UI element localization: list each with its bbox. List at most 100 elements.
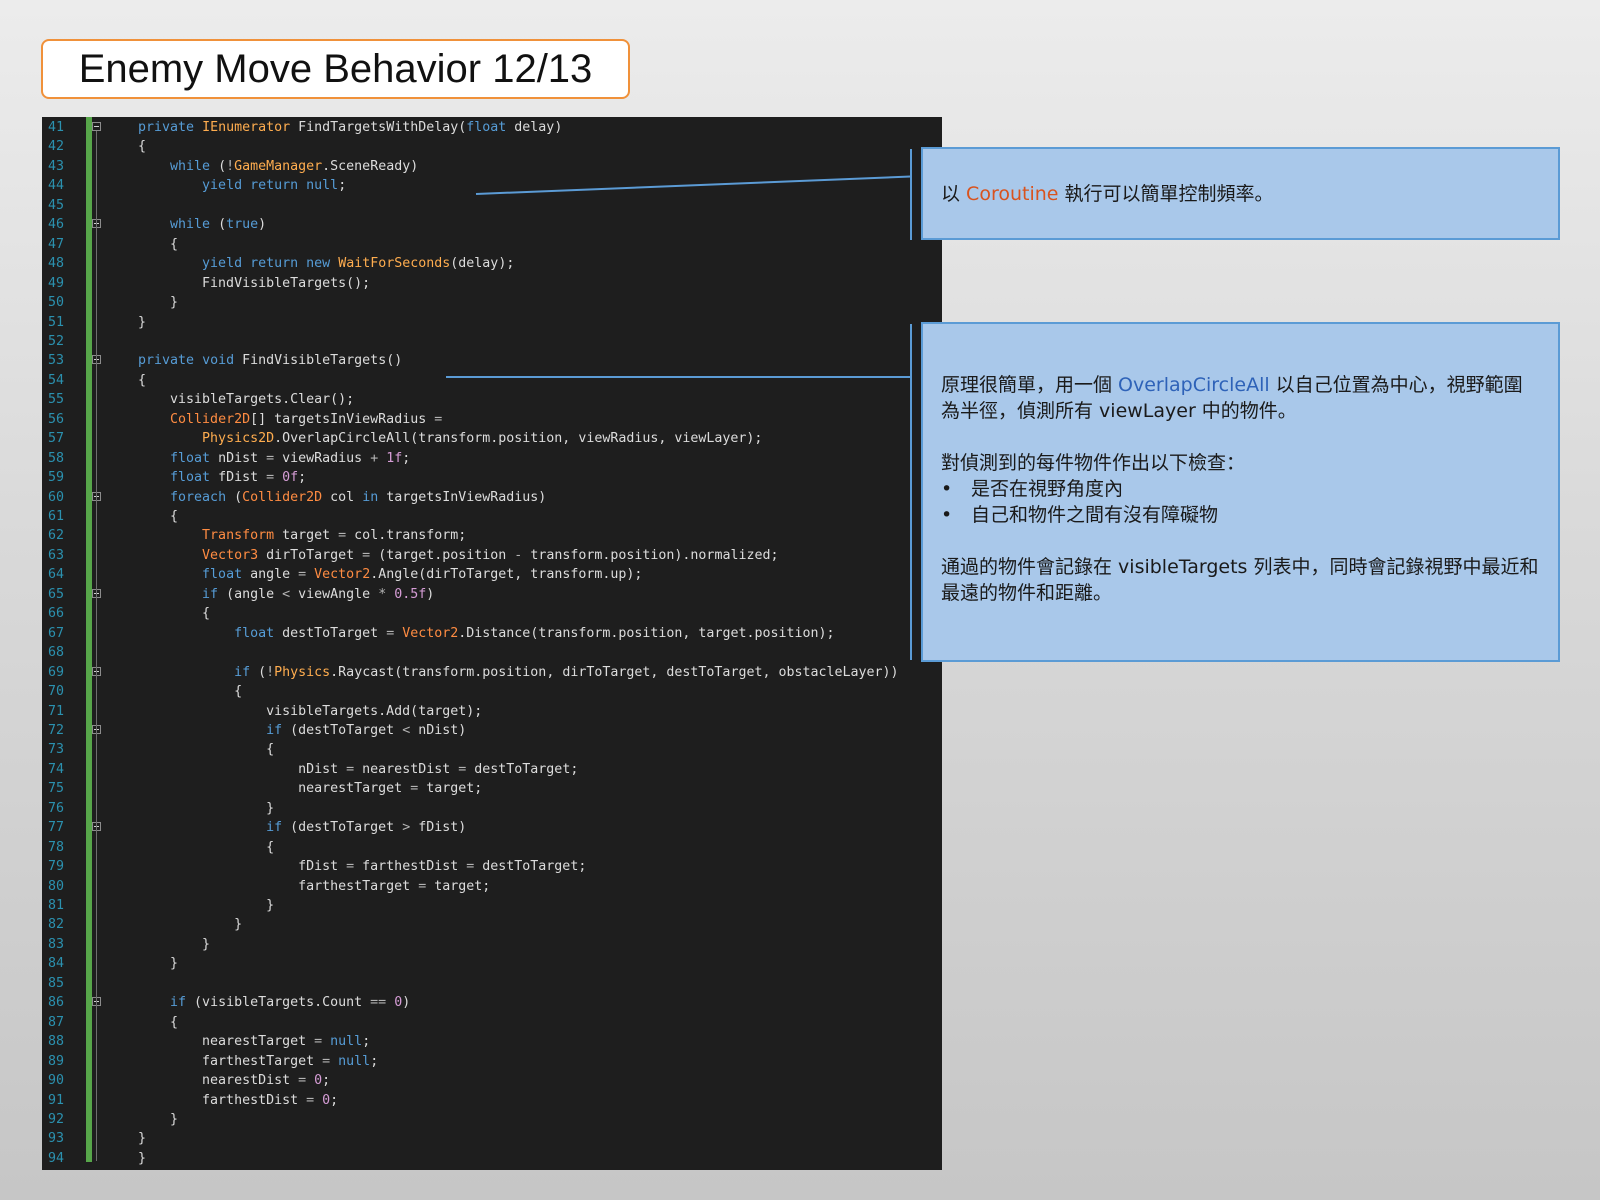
note-coroutine-pre: 以 <box>941 183 967 205</box>
code-line: 86 if (visibleTargets.Count == 0) <box>42 993 942 1013</box>
note-bracket-2 <box>910 324 912 660</box>
line-number: 91 <box>47 1092 64 1108</box>
note-overlap-bullet-1: • 是否在視野角度內 <box>941 478 1124 500</box>
code-line: 42 { <box>42 137 942 157</box>
code-line: 78 { <box>42 838 942 858</box>
code-text: { <box>138 742 275 758</box>
note-overlap-bullet-1-text: 是否在視野角度內 <box>971 478 1124 500</box>
line-number: 76 <box>47 800 64 816</box>
code-line: 54 { <box>42 371 942 391</box>
line-number: 67 <box>47 625 64 641</box>
code-line: 50 } <box>42 293 942 313</box>
line-number: 93 <box>47 1131 64 1147</box>
code-text: } <box>138 1131 147 1147</box>
code-text: } <box>138 917 243 933</box>
code-line: 85 <box>42 974 942 994</box>
code-line: 71 visibleTargets.Add(target); <box>42 702 942 722</box>
code-text: { <box>138 839 275 855</box>
code-text: farthestDist = 0; <box>138 1092 339 1108</box>
line-number: 49 <box>47 275 64 291</box>
code-line: 56 Collider2D[] targetsInViewRadius = <box>42 410 942 430</box>
collapse-toggle-icon[interactable] <box>92 122 101 131</box>
code-line: 48 yield return new WaitForSeconds(delay… <box>42 254 942 274</box>
code-text: if (destToTarget > fDist) <box>266 820 467 836</box>
code-text: foreach (Collider2D col in targetsInView… <box>170 489 547 505</box>
code-text: private void FindVisibleTargets() <box>138 353 403 369</box>
note-overlap-p2: 對偵測到的每件物件作出以下檢查： <box>941 452 1246 474</box>
note-coroutine-post: 執行可以簡單控制頻率。 <box>1058 183 1274 205</box>
code-text: while (true) <box>170 217 267 233</box>
line-number: 48 <box>47 256 64 272</box>
code-text: } <box>138 956 179 972</box>
code-text: nearestTarget = null; <box>138 1034 371 1050</box>
code-line: 63 Vector3 dirToTarget = (target.positio… <box>42 546 942 566</box>
line-number: 79 <box>47 859 64 875</box>
code-text: nearestTarget = target; <box>138 781 483 797</box>
code-text: while (!GameManager.SceneReady) <box>170 158 419 174</box>
code-text: } <box>138 800 275 816</box>
code-line: 41 private IEnumerator FindTargetsWithDel… <box>42 118 942 138</box>
line-number: 78 <box>47 839 64 855</box>
note-overlap-p1-pre: 原理很簡單，用一個 <box>941 374 1119 396</box>
code-line: 72 if (destToTarget < nDist) <box>42 721 942 741</box>
code-line: 83 } <box>42 935 942 955</box>
code-text: { <box>138 509 179 524</box>
note-overlap-bullet-2: • 自己和物件之間有沒有障礙物 <box>941 504 1219 526</box>
line-number: 84 <box>47 956 64 972</box>
line-number: 89 <box>47 1053 64 1069</box>
code-line: 64 float angle = Vector2.Angle(dirToTarg… <box>42 565 942 585</box>
code-text: { <box>138 606 211 622</box>
code-line: 79 fDist = farthestDist = destToTarget; <box>42 857 942 877</box>
code-line: 49 FindVisibleTargets(); <box>42 274 942 294</box>
line-number: 43 <box>47 158 64 174</box>
line-number: 63 <box>47 547 64 563</box>
line-number: 65 <box>47 586 64 602</box>
note-overlap-bullet-2-text: 自己和物件之間有沒有障礙物 <box>971 504 1219 526</box>
code-text: if (!Physics.Raycast(transform.position,… <box>234 664 899 680</box>
line-number: 74 <box>47 761 64 777</box>
code-text: nDist = nearestDist = destToTarget; <box>138 761 579 777</box>
code-text: float destToTarget = Vector2.Distance(tr… <box>234 625 835 641</box>
line-number: 52 <box>47 333 64 349</box>
line-number: 87 <box>47 1014 64 1030</box>
note-overlap-p3: 通過的物件會記錄在 visibleTargets 列表中，同時會記錄視野中最近和… <box>941 556 1539 604</box>
code-text: { <box>138 139 147 155</box>
line-number: 70 <box>47 684 64 700</box>
code-line: 84 } <box>42 954 942 974</box>
code-text: yield return new WaitForSeconds(delay); <box>202 256 515 272</box>
code-line: 47 { <box>42 235 942 255</box>
line-number: 54 <box>47 372 64 388</box>
code-text: farthestTarget = target; <box>138 878 491 894</box>
code-text: float nDist = viewRadius + 1f; <box>170 450 411 466</box>
code-text: if (visibleTargets.Count == 0) <box>170 995 411 1011</box>
line-number: 73 <box>47 742 64 758</box>
line-number: 51 <box>47 314 64 330</box>
code-line: 45 <box>42 196 942 216</box>
note-bracket-1 <box>910 149 912 240</box>
line-number: 86 <box>47 995 64 1011</box>
line-number: 68 <box>47 645 64 661</box>
code-text: nearestDist = 0; <box>138 1073 331 1089</box>
note-coroutine: 以 Coroutine 執行可以簡單控制頻率。 <box>921 147 1560 240</box>
code-text: float fDist = 0f; <box>170 470 307 486</box>
code-line: 53 private void FindVisibleTargets() <box>42 351 942 371</box>
code-text: farthestTarget = null; <box>138 1053 379 1069</box>
code-line: 75 nearestTarget = target; <box>42 779 942 799</box>
line-number: 82 <box>47 917 64 933</box>
line-number: 56 <box>47 411 64 427</box>
outline-guide-line <box>96 131 97 1161</box>
code-line: 67 float destToTarget = Vector2.Distance… <box>42 624 942 644</box>
code-line: 43 while (!GameManager.SceneReady) <box>42 157 942 177</box>
code-text: Transform target = col.transform; <box>202 528 467 544</box>
code-line: 62 Transform target = col.transform; <box>42 526 942 546</box>
code-line: 76 } <box>42 799 942 819</box>
code-line: 65 if (angle < viewAngle * 0.5f) <box>42 585 942 605</box>
code-text: Collider2D[] targetsInViewRadius = <box>170 411 443 427</box>
line-number: 47 <box>47 236 64 252</box>
line-number: 66 <box>47 606 64 622</box>
line-number: 60 <box>47 489 64 505</box>
code-text: } <box>138 295 179 311</box>
code-text: } <box>138 1150 147 1166</box>
code-text: visibleTargets.Clear(); <box>138 392 355 408</box>
slide-title-box: Enemy Move Behavior 12/13 <box>41 39 630 99</box>
